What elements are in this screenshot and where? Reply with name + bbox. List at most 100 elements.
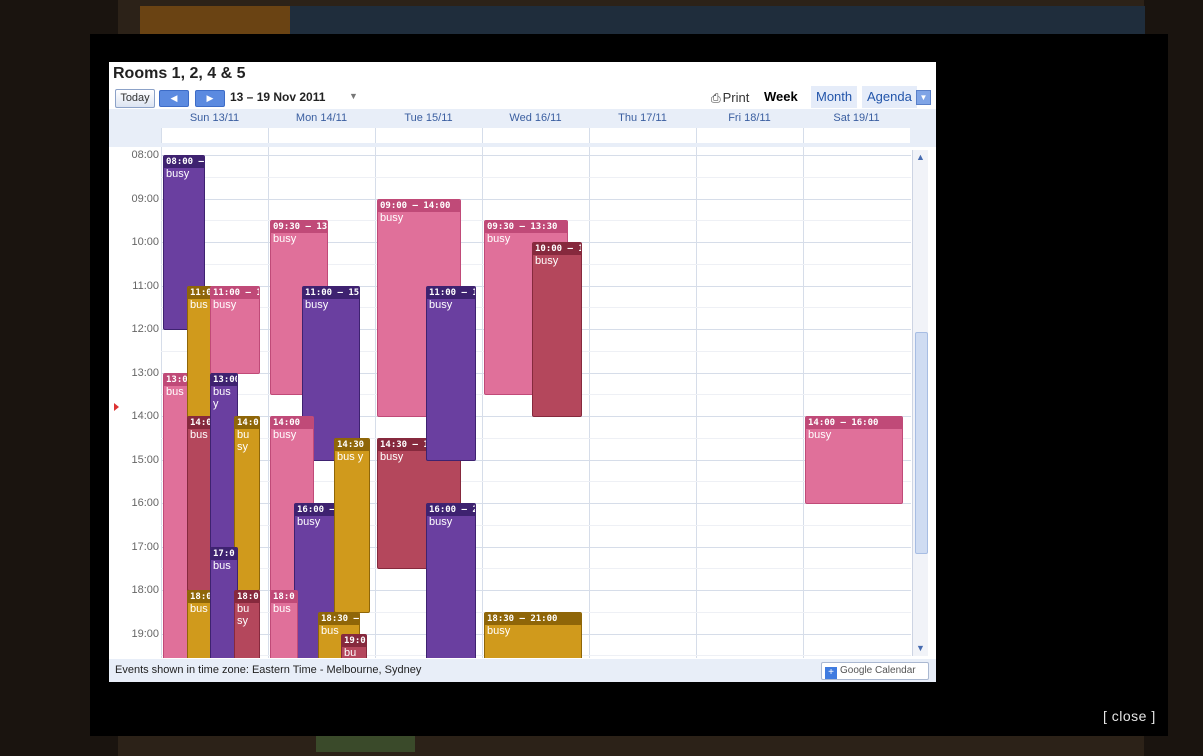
all-day-cell[interactable]: [589, 128, 696, 143]
event-time: 18:0: [188, 591, 212, 603]
time-label: 14:00: [131, 410, 159, 422]
calendar-event[interactable]: 11:00 – 1 busy: [426, 285, 476, 461]
calendar-event[interactable]: 14:00 – 16:00 busy: [805, 416, 903, 504]
scroll-up-icon[interactable]: ▲: [913, 150, 928, 165]
event-label: busy: [273, 233, 297, 246]
event-label: busy: [808, 429, 832, 441]
time-label: 08:00: [131, 149, 159, 161]
event-time: 17:0: [211, 547, 237, 560]
calendar-title: Rooms 1, 2, 4 & 5: [113, 65, 246, 82]
print-label: Print: [722, 90, 750, 105]
event-time: 19:0: [342, 634, 366, 647]
event-label: bus: [273, 603, 291, 615]
event-label: busy: [429, 516, 453, 528]
today-button[interactable]: Today: [115, 89, 155, 108]
day-divider: [803, 147, 804, 658]
event-label: bus y: [337, 450, 364, 463]
day-header-row: Sun 13/11 Mon 14/11 Tue 15/11 Wed 16/11 Thu …: [109, 109, 936, 147]
background-thumbnail: [316, 736, 415, 752]
tab-agenda[interactable]: Agenda: [862, 86, 917, 108]
scroll-down-icon[interactable]: ▼: [913, 641, 928, 656]
chevron-left-icon: ◀: [170, 93, 178, 103]
event-label: bu: [344, 646, 357, 659]
all-day-cell[interactable]: [482, 128, 589, 143]
event-time: 09:30 – 13: [271, 221, 328, 234]
event-time: 08:00 –: [164, 156, 204, 168]
day-divider: [161, 147, 162, 658]
calendar-event[interactable]: 14:30 bus y: [334, 437, 370, 613]
all-day-cell[interactable]: [696, 128, 803, 143]
event-time: 09:30 – 13:30: [485, 221, 567, 234]
day-divider: [589, 147, 590, 658]
event-time: 18:0: [271, 591, 297, 603]
time-label: 19:00: [131, 627, 159, 640]
calendar-event[interactable]: 19:0 bu: [341, 633, 367, 659]
half-hour-line: [161, 176, 911, 178]
tab-month[interactable]: Month: [811, 86, 858, 108]
event-time: 18:0: [235, 591, 259, 603]
event-time: 13:00 –: [211, 373, 238, 386]
event-time: 14:30: [335, 438, 369, 451]
close-button[interactable]: [ close ]: [1103, 708, 1156, 724]
event-label: busy: [213, 385, 231, 410]
time-label: 18:00: [131, 584, 159, 596]
day-divider: [375, 147, 376, 658]
event-label: busy: [213, 298, 237, 311]
next-week-button[interactable]: ▶: [195, 90, 225, 107]
calendar-event[interactable]: 10:00 – 1 busy: [532, 242, 582, 417]
date-range[interactable]: 13 – 19 Nov 2011: [230, 90, 325, 104]
event-time: 11:00 – 15: [303, 286, 360, 299]
calendar-event[interactable]: 16:00 – 2 busy: [426, 503, 476, 658]
calendar-event[interactable]: 18:0 bu sy: [234, 590, 260, 658]
all-day-cell[interactable]: [161, 128, 268, 143]
day-divider: [482, 147, 483, 658]
event-time: 14:00 – 16:00: [806, 417, 902, 429]
calendar-event[interactable]: 13:0 bus: [163, 372, 189, 658]
google-calendar-badge[interactable]: + Google Calendar: [821, 662, 929, 680]
event-label: busy: [535, 255, 559, 267]
event-label: busy: [297, 516, 321, 528]
event-time: 13:0: [164, 373, 188, 386]
event-label: busy: [487, 624, 511, 637]
event-time: 09:00 – 14:00: [378, 199, 460, 212]
caret-down-icon[interactable]: ▼: [349, 91, 358, 101]
grid-scrollbar[interactable]: ▲ ▼: [912, 150, 928, 656]
all-day-cell[interactable]: [268, 128, 375, 143]
time-label: 11:00: [132, 279, 159, 292]
day-header: Fri 18/11: [728, 112, 771, 124]
day-divider: [268, 147, 269, 658]
calendar-event[interactable]: 18:30 – 21:00 busy: [484, 611, 582, 658]
calendar-event[interactable]: 11:00 – 1 busy: [210, 285, 260, 374]
week-grid[interactable]: 08:00 09:00 10:00 11:00 12:00 13:00 14:00 15:00…: [109, 147, 936, 658]
timezone-note: Events shown in time zone: Eastern Time …: [115, 664, 422, 676]
day-header: Sun 13/11: [189, 112, 240, 124]
event-time: 14:00: [271, 417, 313, 429]
view-menu-dropdown[interactable]: ▼: [916, 90, 931, 105]
all-day-cell[interactable]: [375, 128, 482, 143]
event-time: 16:00 –: [295, 504, 337, 516]
day-header: Thu 17/11: [618, 112, 667, 124]
day-header: Sat 19/11: [833, 112, 880, 124]
all-day-cell[interactable]: [803, 128, 910, 143]
event-time: 16:00 – 2: [427, 504, 476, 516]
calendar-toolbar: Today ◀ ▶ 13 – 19 Nov 2011 ▼ ⎙ Print Week…: [109, 86, 936, 108]
hour-line: [161, 198, 911, 200]
event-label: bus: [213, 559, 231, 572]
scroll-thumb[interactable]: [915, 332, 928, 554]
event-label: bu sy: [237, 429, 250, 453]
day-header: Mon 14/11: [295, 112, 348, 124]
event-label: bu sy: [237, 603, 250, 627]
current-time-marker: [114, 402, 119, 411]
time-label: 17:00: [131, 540, 159, 553]
time-label: 16:00: [131, 497, 159, 509]
day-header: Tue 15/11: [404, 112, 453, 124]
tab-week[interactable]: Week: [759, 86, 803, 108]
day-divider: [696, 147, 697, 658]
plus-icon: +: [825, 667, 837, 679]
event-label: bus: [190, 429, 208, 441]
prev-week-button[interactable]: ◀: [159, 90, 189, 107]
calendar-widget: Rooms 1, 2, 4 & 5 Today ◀ ▶ 13 – 19 Nov …: [109, 62, 936, 682]
calendar-event[interactable]: 18:0 bus: [270, 590, 298, 658]
print-button[interactable]: ⎙ Print: [711, 90, 749, 106]
event-label: bus: [166, 385, 184, 398]
